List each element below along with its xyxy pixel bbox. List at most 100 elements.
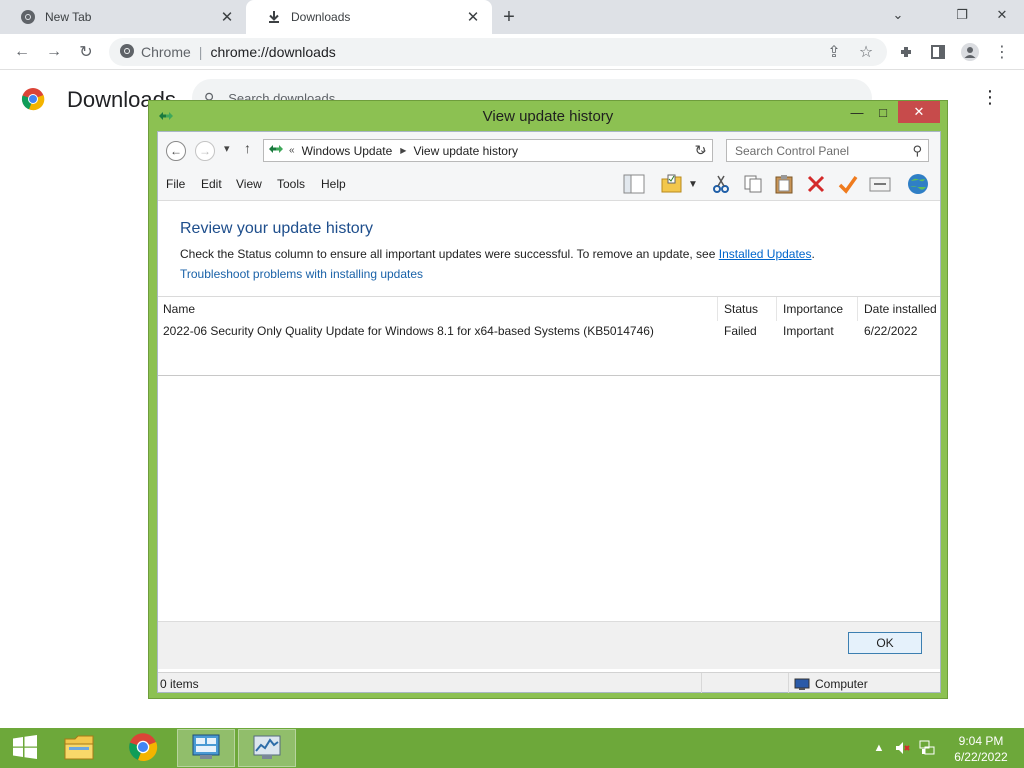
restore-icon[interactable]: ❐ (944, 0, 980, 30)
forward-icon[interactable]: → (42, 40, 66, 64)
column-divider[interactable] (717, 297, 718, 321)
window-titlebar[interactable]: View update history — □ ✕ (149, 101, 947, 131)
extensions-icon[interactable] (894, 40, 918, 64)
start-button[interactable] (0, 728, 50, 768)
navigation-row: ← → ▾ ↑ « Windows Update ▶ View update h… (158, 132, 940, 168)
minimize-icon[interactable]: — (845, 101, 869, 123)
overflow-chevron-icon[interactable]: « (289, 145, 295, 156)
computer-icon (794, 678, 810, 690)
profile-avatar-icon[interactable] (958, 40, 982, 64)
forward-icon[interactable]: → (195, 141, 215, 161)
checkmark-icon[interactable] (836, 172, 860, 196)
tab-title: New Tab (45, 10, 92, 24)
chevron-right-icon[interactable]: ▶ (400, 146, 406, 155)
table-header: Name Status Importance Date installed (158, 297, 940, 321)
globe-icon[interactable] (906, 172, 930, 196)
search-icon: ⚲ (912, 143, 922, 158)
folder-icon (63, 733, 95, 764)
ok-button[interactable]: OK (848, 632, 922, 654)
menu-tools[interactable]: Tools (277, 177, 305, 191)
column-header-name[interactable]: Name (163, 302, 195, 316)
kebab-menu-icon[interactable]: ⋮ (980, 87, 1000, 111)
cell-name: 2022-06 Security Only Quality Update for… (163, 324, 654, 338)
window-body: ← → ▾ ↑ « Windows Update ▶ View update h… (157, 131, 941, 693)
taskbar-clock[interactable]: 9:04 PM 6/22/2022 (946, 733, 1016, 765)
taskbar: ▲ 9:04 PM 6/22/2022 (0, 728, 1024, 768)
properties-icon[interactable] (868, 172, 892, 196)
cut-icon[interactable] (709, 172, 733, 196)
description-text: Check the Status column to ensure all im… (180, 247, 815, 261)
back-icon[interactable]: ← (10, 40, 34, 64)
maximize-icon[interactable]: □ (871, 101, 895, 123)
copy-icon[interactable] (741, 172, 765, 196)
paste-icon[interactable] (772, 172, 796, 196)
taskbar-chrome[interactable] (114, 729, 172, 767)
download-icon (266, 9, 282, 25)
omnibox-site: Chrome (141, 44, 191, 60)
column-header-status[interactable]: Status (724, 302, 758, 316)
chevron-down-icon[interactable]: ▼ (686, 172, 700, 196)
up-arrow-icon[interactable]: ↑ (244, 140, 251, 156)
menu-file[interactable]: File (166, 177, 185, 191)
cell-status: Failed (724, 324, 757, 338)
column-header-date-installed[interactable]: Date installed (864, 302, 937, 316)
chrome-icon (20, 9, 36, 25)
share-icon[interactable]: ⇪ (822, 40, 846, 64)
update-history-table: Name Status Importance Date installed 20… (158, 296, 940, 376)
breadcrumb-item[interactable]: Windows Update (302, 144, 393, 158)
menu-view[interactable]: View (236, 177, 262, 191)
update-history-window: View update history — □ ✕ ← → ▾ ↑ « Wind… (148, 100, 948, 699)
breadcrumb-item[interactable]: View update history (413, 144, 518, 158)
refresh-icon[interactable]: ↻ (688, 139, 713, 162)
column-divider[interactable] (857, 297, 858, 321)
close-icon[interactable]: ✕ (464, 8, 482, 26)
close-window-icon[interactable]: ✕ (984, 0, 1020, 30)
recent-locations-icon[interactable]: ▾ (224, 142, 230, 155)
omnibox-url: chrome://downloads (210, 44, 336, 60)
omnibox-separator: | (198, 44, 203, 60)
search-control-panel-input[interactable]: Search Control Panel ⚲ (726, 139, 929, 162)
star-icon[interactable]: ☆ (854, 40, 878, 64)
menu-edit[interactable]: Edit (201, 177, 222, 191)
menu-help[interactable]: Help (321, 177, 346, 191)
delete-icon[interactable] (804, 172, 828, 196)
installed-updates-link[interactable]: Installed Updates (719, 247, 812, 261)
close-icon[interactable]: ✕ (218, 8, 236, 26)
speaker-muted-icon[interactable] (894, 739, 912, 757)
cell-importance: Important (783, 324, 834, 338)
clock-date: 6/22/2022 (954, 750, 1008, 764)
tab-title: Downloads (291, 10, 351, 24)
status-zone: Computer (794, 677, 868, 691)
status-divider (788, 673, 789, 693)
kebab-menu-icon[interactable]: ⋮ (990, 40, 1014, 64)
new-tab-button[interactable]: + (498, 6, 520, 28)
preview-pane-icon[interactable] (622, 172, 646, 196)
chevron-down-icon[interactable]: ⌄ (880, 0, 916, 30)
table-row[interactable]: 2022-06 Security Only Quality Update for… (158, 321, 940, 341)
close-icon[interactable]: ✕ (898, 101, 940, 123)
search-placeholder: Search Control Panel (735, 143, 850, 158)
column-divider[interactable] (776, 297, 777, 321)
item-count: 0 items (160, 677, 199, 691)
tab-new-tab[interactable]: New Tab ✕ (0, 0, 246, 34)
chrome-logo-icon (21, 87, 45, 114)
side-panel-icon[interactable] (926, 40, 950, 64)
tab-downloads[interactable]: Downloads ✕ (246, 0, 492, 34)
troubleshoot-link[interactable]: Troubleshoot problems with installing up… (180, 267, 423, 281)
folder-options-icon[interactable] (660, 172, 684, 196)
show-hidden-icons-icon[interactable]: ▲ (870, 739, 888, 757)
back-icon[interactable]: ← (166, 141, 186, 161)
address-bar[interactable]: Chrome | chrome://downloads (109, 38, 887, 66)
taskbar-control-panel[interactable] (177, 729, 235, 767)
window-title: View update history (482, 108, 614, 125)
column-header-importance[interactable]: Importance (783, 302, 843, 316)
breadcrumb[interactable]: « Windows Update ▶ View update history ⌄ (263, 139, 713, 162)
page-title: Review your update history (180, 220, 373, 237)
taskbar-update-history[interactable] (238, 729, 296, 767)
menu-bar: File Edit View Tools Help ▼ (158, 168, 940, 200)
taskbar-file-explorer[interactable] (50, 729, 108, 767)
status-bar: 0 items Computer (158, 672, 940, 693)
reload-icon[interactable]: ↻ (74, 40, 98, 64)
tab-strip: New Tab ✕ Downloads ✕ + ⌄ ❐ ✕ (0, 0, 1024, 34)
network-icon[interactable] (918, 739, 936, 757)
